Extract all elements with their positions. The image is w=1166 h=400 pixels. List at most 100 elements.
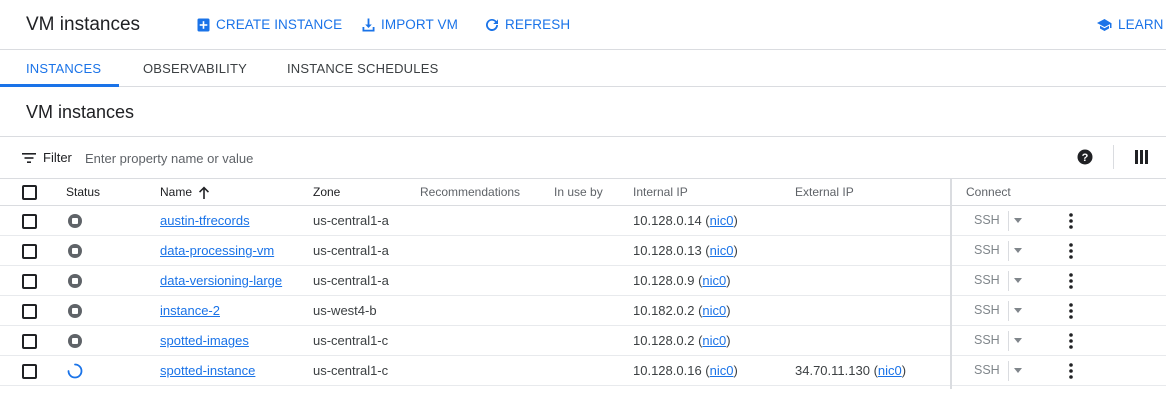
- ssh-divider: [1008, 301, 1009, 321]
- internal-ip-cell: 10.128.0.2 (nic0): [633, 333, 731, 348]
- instance-name-cell: data-processing-vm: [160, 243, 274, 258]
- internal-nic-link[interactable]: nic0: [710, 243, 734, 258]
- row-checkbox[interactable]: [22, 364, 37, 379]
- ssh-dropdown-caret-icon[interactable]: [1014, 218, 1022, 223]
- ssh-button[interactable]: SSH: [974, 303, 1000, 317]
- school-icon: [1097, 18, 1112, 31]
- ssh-button[interactable]: SSH: [974, 333, 1000, 347]
- column-header-recommendations[interactable]: Recommendations: [420, 185, 520, 199]
- stopped-status-icon: [68, 304, 82, 318]
- instance-name-cell: austin-tfrecords: [160, 213, 250, 228]
- filter-bar: Filter ?: [0, 137, 1166, 178]
- internal-ip-cell: 10.128.0.13 (nic0): [633, 243, 738, 258]
- ssh-dropdown-caret-icon[interactable]: [1014, 308, 1022, 313]
- tab-instances[interactable]: INSTANCES: [26, 61, 101, 76]
- filter-input[interactable]: [85, 148, 485, 168]
- column-header-name-label: Name: [160, 185, 193, 199]
- internal-ip-cell: 10.128.0.9 (nic0): [633, 273, 731, 288]
- zone-cell: us-central1-c: [313, 363, 389, 378]
- create-instance-button[interactable]: CREATE INSTANCE: [197, 17, 342, 32]
- column-header-external-ip[interactable]: External IP: [795, 185, 854, 199]
- zone-cell: us-central1-c: [313, 333, 389, 348]
- stopped-status-icon: [68, 274, 82, 288]
- section-title: VM instances: [26, 102, 135, 122]
- tab-observability[interactable]: OBSERVABILITY: [143, 61, 247, 76]
- learn-button[interactable]: LEARN: [1097, 17, 1164, 32]
- column-header-zone[interactable]: Zone: [313, 185, 340, 199]
- column-header-connect: Connect: [966, 185, 1011, 199]
- instance-name-cell: instance-2: [160, 303, 220, 318]
- column-display-icon[interactable]: [1135, 150, 1148, 164]
- row-checkbox[interactable]: [22, 304, 37, 319]
- create-instance-label: CREATE INSTANCE: [216, 17, 343, 32]
- more-actions-icon[interactable]: [1063, 272, 1079, 290]
- internal-nic-link[interactable]: nic0: [702, 303, 726, 318]
- ssh-button[interactable]: SSH: [974, 213, 1000, 227]
- internal-nic-link[interactable]: nic0: [702, 273, 726, 288]
- zone-cell: us-central1-a: [313, 273, 389, 288]
- filter-icon[interactable]: [22, 153, 36, 163]
- internal-nic-link[interactable]: nic0: [710, 213, 734, 228]
- more-actions-icon[interactable]: [1063, 332, 1079, 350]
- column-header-in-use-by[interactable]: In use by: [554, 185, 603, 199]
- svg-text:?: ?: [1082, 152, 1089, 164]
- ssh-dropdown-caret-icon[interactable]: [1014, 278, 1022, 283]
- refresh-label: REFRESH: [505, 17, 571, 32]
- table-row: austin-tfrecords us-central1-a 10.128.0.…: [0, 206, 1166, 236]
- instance-name-cell: data-versioning-large: [160, 273, 282, 288]
- ssh-divider: [1008, 271, 1009, 291]
- internal-ip-value: 10.128.0.2: [633, 333, 695, 348]
- row-checkbox[interactable]: [22, 334, 37, 349]
- internal-nic-link[interactable]: nic0: [702, 333, 726, 348]
- row-checkbox[interactable]: [22, 214, 37, 229]
- import-vm-button[interactable]: IMPORT VM: [362, 17, 458, 32]
- tab-bar: INSTANCES OBSERVABILITY INSTANCE SCHEDUL…: [0, 50, 1166, 87]
- row-checkbox[interactable]: [22, 274, 37, 289]
- ssh-button[interactable]: SSH: [974, 243, 1000, 257]
- instance-name-link[interactable]: austin-tfrecords: [160, 213, 250, 228]
- ssh-dropdown-caret-icon[interactable]: [1014, 368, 1022, 373]
- more-actions-icon[interactable]: [1063, 212, 1079, 230]
- ssh-dropdown-caret-icon[interactable]: [1014, 248, 1022, 253]
- ssh-button[interactable]: SSH: [974, 273, 1000, 287]
- row-checkbox[interactable]: [22, 244, 37, 259]
- instance-name-cell: spotted-instance: [160, 363, 255, 378]
- zone-cell: us-central1-a: [313, 213, 389, 228]
- table-row: data-processing-vm us-central1-a 10.128.…: [0, 236, 1166, 266]
- table-row: spotted-images us-central1-c 10.128.0.2 …: [0, 326, 1166, 356]
- stopped-status-icon: [68, 244, 82, 258]
- internal-ip-value: 10.128.0.16: [633, 363, 702, 378]
- stopped-status-icon: [68, 214, 82, 228]
- refresh-button[interactable]: REFRESH: [485, 17, 570, 32]
- instance-name-link[interactable]: instance-2: [160, 303, 220, 318]
- external-ip-cell: 34.70.11.130 (nic0): [795, 363, 907, 378]
- tab-instance-schedules[interactable]: INSTANCE SCHEDULES: [287, 61, 438, 76]
- internal-ip-cell: 10.128.0.16 (nic0): [633, 363, 738, 378]
- column-header-internal-ip[interactable]: Internal IP: [633, 185, 688, 199]
- more-actions-icon[interactable]: [1063, 302, 1079, 320]
- ssh-divider: [1008, 211, 1009, 231]
- instance-name-link[interactable]: spotted-images: [160, 333, 249, 348]
- sort-ascending-icon[interactable]: [198, 186, 210, 199]
- filter-label[interactable]: Filter: [43, 150, 72, 165]
- internal-ip-cell: 10.128.0.14 (nic0): [633, 213, 738, 228]
- external-nic-link[interactable]: nic0: [878, 363, 902, 378]
- internal-nic-link[interactable]: nic0: [710, 363, 734, 378]
- instance-name-link[interactable]: data-versioning-large: [160, 273, 282, 288]
- ssh-button[interactable]: SSH: [974, 363, 1000, 377]
- column-header-status[interactable]: Status: [66, 185, 100, 199]
- ssh-dropdown-caret-icon[interactable]: [1014, 338, 1022, 343]
- select-all-checkbox[interactable]: [22, 185, 37, 200]
- zone-cell: us-central1-a: [313, 243, 389, 258]
- import-vm-label: IMPORT VM: [381, 17, 458, 32]
- more-actions-icon[interactable]: [1063, 362, 1079, 380]
- instance-name-link[interactable]: spotted-instance: [160, 363, 255, 378]
- sticky-column-divider: [950, 179, 952, 389]
- page-title: VM instances: [26, 14, 141, 35]
- instance-name-link[interactable]: data-processing-vm: [160, 243, 274, 258]
- more-actions-icon[interactable]: [1063, 242, 1079, 260]
- help-icon[interactable]: ?: [1077, 149, 1093, 165]
- table-row: instance-2 us-west4-b 10.182.0.2 (nic0) …: [0, 296, 1166, 326]
- ssh-divider: [1008, 331, 1009, 351]
- column-header-name[interactable]: Name: [160, 185, 210, 199]
